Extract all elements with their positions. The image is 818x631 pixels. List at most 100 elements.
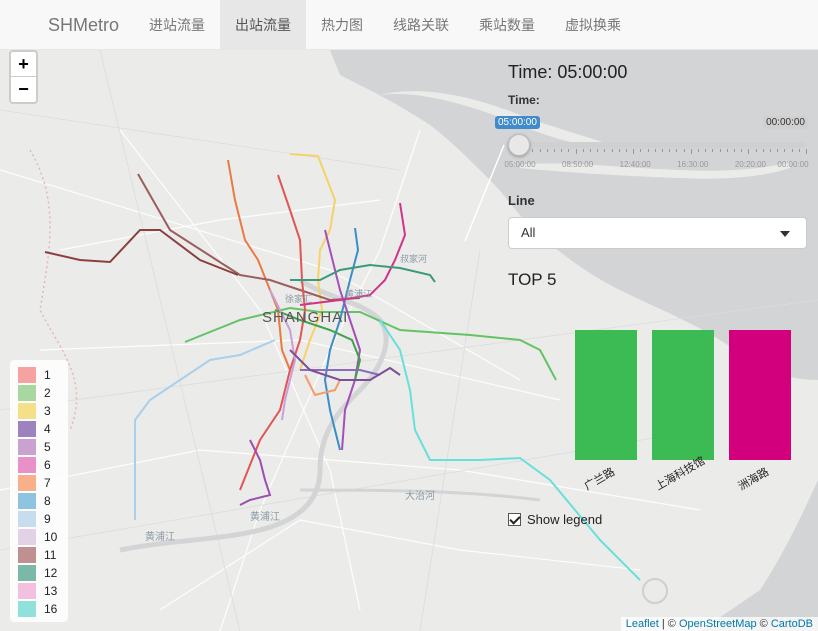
legend-item: 13	[18, 582, 68, 600]
nav-line-relation[interactable]: 线路关联	[378, 0, 464, 50]
legend-swatch	[18, 529, 36, 545]
nav-heatmap[interactable]: 热力图	[306, 0, 378, 50]
legend-item: 16	[18, 600, 68, 618]
city-label: SHANGHAI	[262, 309, 348, 326]
legend-swatch	[18, 457, 36, 473]
slider-tick	[590, 149, 591, 152]
slider-tick	[582, 149, 584, 152]
nav-outbound-flow[interactable]: 出站流量	[220, 0, 307, 50]
time-title: Time: 05:00:00	[508, 62, 628, 82]
slider-tick	[726, 149, 728, 152]
slider-tick	[532, 149, 534, 152]
legend-swatch	[18, 511, 36, 527]
time-label: Time:	[508, 93, 540, 107]
checkbox-checked-icon[interactable]	[508, 513, 521, 526]
nav-virtual-transfer[interactable]: 虚拟换乘	[550, 0, 636, 50]
legend-item: 1	[18, 366, 68, 384]
slider-tick	[683, 149, 685, 152]
slider-tick	[698, 149, 699, 152]
slider-tick	[719, 149, 721, 152]
show-legend-toggle[interactable]: Show legend	[508, 512, 602, 527]
slider-tick	[770, 149, 771, 152]
legend-label: 1	[44, 368, 51, 382]
slider-tick	[690, 149, 692, 154]
slider-tick	[712, 149, 714, 152]
legend-label: 6	[44, 458, 51, 472]
legend-label: 3	[44, 404, 51, 418]
slider-tick-label: 20:20:00	[734, 160, 766, 169]
top5-bar-label: 洲海路	[736, 466, 772, 493]
legend-item: 5	[18, 438, 68, 456]
place-label: 黄浦江	[345, 288, 372, 300]
legend-label: 9	[44, 512, 51, 526]
legend-swatch	[18, 403, 36, 419]
legend-label: 5	[44, 440, 51, 454]
legend-label: 12	[44, 566, 58, 580]
slider-tick	[640, 149, 642, 152]
osm-link[interactable]: OpenStreetMap	[679, 618, 757, 630]
slider-tick	[633, 149, 635, 154]
slider-tick	[806, 149, 807, 154]
slider-handle[interactable]	[508, 134, 530, 156]
carto-link[interactable]: CartoDB	[771, 618, 813, 630]
legend-item: 2	[18, 384, 68, 402]
slider-tick	[611, 149, 613, 152]
legend-item: 12	[18, 564, 68, 582]
slider-tick	[798, 149, 800, 152]
slider-tick	[734, 149, 735, 152]
legend-item: 11	[18, 546, 68, 564]
zoom-in-button[interactable]: +	[11, 52, 36, 77]
slider-tick	[539, 149, 541, 152]
slider-tick	[762, 149, 764, 152]
slider-tick-label: 12:40:00	[619, 160, 651, 169]
slider-from-value: 05:00:00	[495, 116, 540, 129]
line-select[interactable]: All	[508, 217, 807, 249]
slider-track[interactable]	[518, 142, 806, 148]
slider-ticks	[518, 149, 807, 155]
top5-title: TOP 5	[508, 270, 557, 289]
place-label: 徐家汇	[285, 293, 312, 305]
legend-item: 3	[18, 402, 68, 420]
time-slider[interactable]: 05:00:00 00:00:00 05:00:00 08:50:00 12:40:…	[495, 112, 809, 174]
nav-inbound-flow[interactable]: 进站流量	[134, 0, 220, 50]
slider-tick	[777, 149, 779, 152]
legend-swatch	[18, 439, 36, 455]
legend-swatch	[18, 367, 36, 383]
place-label: 叔家河	[400, 253, 427, 265]
place-label: 黄浦江	[145, 530, 175, 543]
slider-tick	[654, 149, 656, 152]
line-select-value: All	[521, 225, 536, 240]
legend-label: 8	[44, 494, 51, 508]
legend-swatch	[18, 565, 36, 581]
leaflet-link[interactable]: Leaflet	[626, 618, 659, 630]
slider-tick	[604, 149, 606, 152]
brand[interactable]: SHMetro	[0, 0, 134, 50]
slider-tick	[669, 149, 671, 152]
line-legend: 1 2 3 4 5 6 7 8 9 10 11 12 13 16	[10, 360, 68, 622]
legend-label: 10	[44, 530, 58, 544]
slider-tick	[705, 149, 707, 152]
slider-tick	[554, 149, 555, 152]
slider-tick-label: 00:00:00	[777, 160, 809, 169]
top5-bar	[729, 330, 791, 460]
attrib-sep: ©	[756, 618, 771, 630]
slider-tick	[791, 149, 793, 152]
top5-bar	[575, 330, 637, 460]
slider-tick	[575, 149, 577, 154]
slider-tick	[647, 149, 649, 152]
line-label: Line	[508, 193, 535, 208]
slider-tick	[597, 149, 599, 152]
top5-bar	[652, 330, 714, 460]
nav-ride-stations[interactable]: 乘站数量	[464, 0, 550, 50]
legend-swatch	[18, 475, 36, 491]
legend-swatch	[18, 493, 36, 509]
legend-swatch	[18, 601, 36, 617]
top5-bar-label: 广兰路	[582, 466, 618, 493]
legend-label: 4	[44, 422, 51, 436]
navbar: SHMetro 进站流量 出站流量 热力图 线路关联 乘站数量 虚拟换乘	[0, 0, 818, 50]
legend-item: 10	[18, 528, 68, 546]
legend-swatch	[18, 583, 36, 599]
legend-label: 13	[44, 584, 58, 598]
top5-chart: 广兰路 上海科技馆 洲海路	[508, 290, 808, 500]
zoom-out-button[interactable]: −	[11, 77, 36, 102]
